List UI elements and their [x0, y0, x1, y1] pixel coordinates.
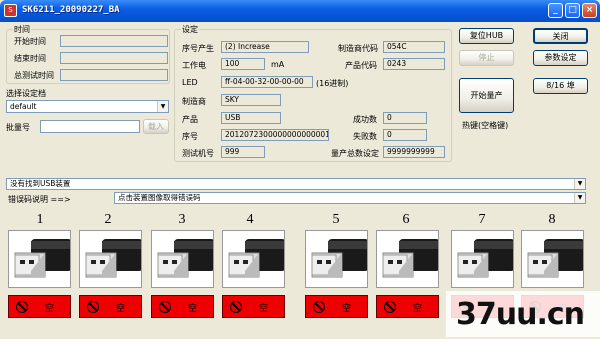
- profile-select[interactable]: default ▼: [6, 100, 169, 113]
- watermark: 37uu.cn: [456, 297, 585, 332]
- port-number: 5: [332, 212, 340, 227]
- port-status: 空: [79, 295, 142, 318]
- app-icon: S: [4, 4, 17, 17]
- serial-gen-field: (2) Increase: [221, 41, 309, 53]
- close-button[interactable]: 关闭: [533, 28, 588, 44]
- no-entry-icon: [16, 301, 28, 313]
- led-field: ff-04-00-32-00-00-00: [221, 76, 313, 88]
- maximize-button[interactable]: □: [565, 3, 580, 18]
- serial-field: 2012072300000000000001: [221, 129, 329, 141]
- status-message: 没有找到USB装置: [10, 179, 71, 188]
- batch-label: 批量号: [6, 123, 30, 132]
- port-status-text: 空: [259, 304, 269, 314]
- total-set-label: 量产总数设定: [331, 149, 379, 158]
- usb-device-icon[interactable]: [222, 230, 285, 288]
- window-title: SK6211_20090227_BA: [22, 5, 120, 15]
- usb-device-icon[interactable]: [79, 230, 142, 288]
- usb-device-icon[interactable]: [521, 230, 584, 288]
- port-status: 空: [8, 295, 71, 318]
- no-entry-icon: [313, 301, 325, 313]
- settings-group-title: 设定: [181, 24, 199, 35]
- fail-label: 失败数: [353, 132, 377, 141]
- param-settings-button[interactable]: 参数设定: [533, 50, 588, 66]
- ports-button[interactable]: 8/16 埠: [533, 78, 588, 94]
- port-status-text: 空: [342, 304, 352, 314]
- current-field: 100: [221, 58, 265, 70]
- port-status-text: 空: [413, 304, 423, 314]
- total-time-field: [60, 69, 168, 81]
- port-status: 空: [151, 295, 214, 318]
- no-entry-icon: [384, 301, 396, 313]
- serial-gen-label: 序号产生: [182, 44, 214, 53]
- end-time-label: 结束时间: [14, 54, 46, 63]
- usb-device-icon[interactable]: [451, 230, 514, 288]
- total-set-field: 9999999999: [383, 146, 445, 158]
- end-time-field: [60, 52, 168, 64]
- port-status-text: 空: [188, 304, 198, 314]
- led-label: LED: [182, 78, 198, 87]
- vendor-code-label: 制造商代码: [338, 44, 378, 53]
- usb-device-icon[interactable]: [8, 230, 71, 288]
- app-window: S SK6211_20090227_BA _ □ × 时间 开始时间 结束时间 …: [0, 0, 600, 339]
- time-group-title: 时间: [13, 24, 31, 35]
- serial-label: 序号: [182, 132, 198, 141]
- current-unit: mA: [271, 60, 285, 69]
- port-number: 4: [246, 212, 254, 227]
- port-status: 空: [376, 295, 439, 318]
- total-time-label: 总测试时间: [14, 71, 54, 80]
- port-number: 8: [548, 212, 556, 227]
- title-bar: S SK6211_20090227_BA _ □ ×: [0, 0, 600, 22]
- port-status: 空: [222, 295, 285, 318]
- product-field: USB: [221, 112, 281, 124]
- success-field: 0: [383, 112, 427, 124]
- product-label: 产品: [182, 115, 198, 124]
- tester-label: 测试机号: [182, 149, 214, 158]
- start-time-field: [60, 35, 168, 47]
- error-label: 错误码说明 ==>: [8, 195, 71, 204]
- no-entry-icon: [159, 301, 171, 313]
- vendor-code-field: 054C: [383, 41, 445, 53]
- port-number: 6: [402, 212, 410, 227]
- fail-field: 0: [383, 129, 427, 141]
- success-label: 成功数: [353, 115, 377, 124]
- chevron-down-icon[interactable]: ▼: [574, 193, 585, 203]
- led-suffix: (16进制): [316, 79, 349, 88]
- no-entry-icon: [87, 301, 99, 313]
- error-hint-field[interactable]: 点击装置图像取得错误码 ▼: [114, 192, 586, 204]
- chevron-down-icon[interactable]: ▼: [574, 179, 585, 189]
- vendor-label: 制造商: [182, 97, 206, 106]
- hotkey-label: 热键(空格键): [462, 121, 509, 130]
- tester-field: 999: [221, 146, 265, 158]
- port-status: 空: [305, 295, 368, 318]
- usb-device-icon[interactable]: [151, 230, 214, 288]
- error-hint: 点击装置图像取得错误码: [118, 193, 201, 202]
- close-window-button[interactable]: ×: [582, 3, 597, 18]
- batch-input[interactable]: [40, 120, 140, 133]
- profile-selected: default: [10, 102, 37, 111]
- status-bar: 没有找到USB装置 ▼: [6, 178, 586, 190]
- start-button[interactable]: 开始量产: [459, 78, 514, 113]
- port-number: 7: [478, 212, 486, 227]
- product-code-label: 产品代码: [345, 61, 377, 70]
- port-status-text: 空: [116, 304, 126, 314]
- port-number: 3: [178, 212, 186, 227]
- minimize-button[interactable]: _: [548, 3, 563, 18]
- load-button[interactable]: 载入: [143, 119, 169, 134]
- port-number: 2: [104, 212, 112, 227]
- current-label: 工作电: [182, 61, 206, 70]
- product-code-field: 0243: [383, 58, 445, 70]
- stop-button[interactable]: 停止: [459, 50, 514, 66]
- start-time-label: 开始时间: [14, 37, 46, 46]
- chevron-down-icon[interactable]: ▼: [157, 101, 168, 112]
- reset-hub-button[interactable]: 复位HUB: [459, 28, 514, 44]
- usb-device-icon[interactable]: [376, 230, 439, 288]
- profile-label: 选择设定档: [6, 89, 46, 98]
- no-entry-icon: [230, 301, 242, 313]
- usb-device-icon[interactable]: [305, 230, 368, 288]
- port-number: 1: [36, 212, 44, 227]
- vendor-field: SKY: [221, 94, 281, 106]
- port-status-text: 空: [45, 304, 55, 314]
